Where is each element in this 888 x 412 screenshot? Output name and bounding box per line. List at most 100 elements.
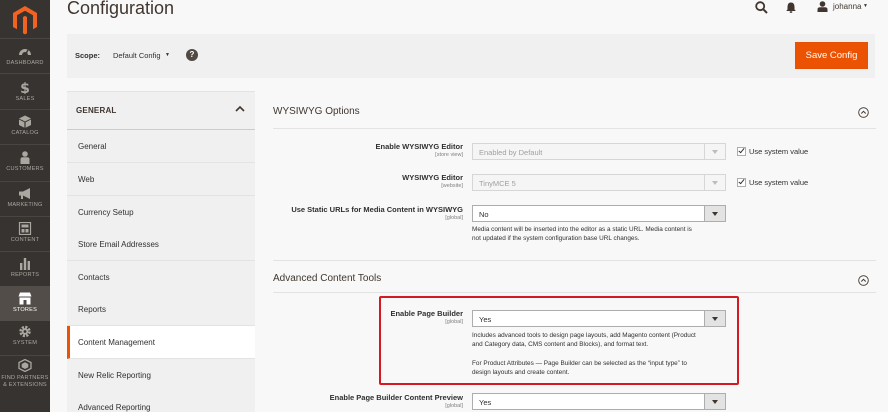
page-builder-preview-select[interactable]: Yes	[472, 393, 726, 410]
admin-sidebar: DASHBOARD $ SALES CATALOG CUSTOMERS MARK…	[0, 0, 50, 412]
nav-label: DASHBOARD	[6, 60, 44, 66]
section-divider	[273, 128, 876, 129]
person-icon	[20, 151, 30, 164]
tab-label: Contacts	[78, 273, 110, 282]
user-icon[interactable]	[817, 1, 828, 12]
tab-label: Web	[78, 175, 95, 184]
tab-reports[interactable]: Reports	[67, 293, 255, 326]
nav-label: STORES	[12, 307, 38, 313]
nav-label: CATALOG	[11, 130, 39, 136]
note-line: not updated if the system configuration …	[472, 235, 640, 243]
nav-label-line2: & EXTENSIONS	[3, 382, 47, 388]
tab-group-title: GENERAL	[76, 106, 117, 115]
use-system-label[interactable]: Use system value	[749, 147, 808, 156]
tab-label: Store Email Addresses	[78, 240, 159, 249]
wysiwyg-editor-select: TinyMCE 5	[472, 174, 726, 191]
tab-label: Advanced Reporting	[78, 403, 151, 412]
nav-label: SALES	[15, 96, 35, 102]
nav-label: CUSTOMERS	[6, 166, 44, 172]
chevron-down-icon[interactable]	[704, 206, 725, 221]
tab-new-relic-reporting[interactable]: New Relic Reporting	[67, 359, 255, 392]
chevron-down-icon	[704, 175, 725, 190]
field-scope: [global]	[445, 215, 463, 221]
chevron-up-icon[interactable]	[235, 104, 245, 114]
section-divider	[273, 260, 876, 261]
dollar-icon: $	[20, 81, 30, 94]
nav-marketing[interactable]: MARKETING	[0, 182, 50, 216]
enable-wysiwyg-label: Enable WYSIWYG Editor	[375, 142, 463, 151]
tab-web[interactable]: Web	[67, 163, 255, 196]
layout-icon	[18, 222, 32, 235]
scope-label: Scope:	[75, 51, 101, 60]
tab-content-management[interactable]: Content Management	[67, 326, 255, 359]
nav-content[interactable]: CONTENT	[0, 217, 50, 251]
select-value: Enabled by Default	[479, 148, 543, 157]
help-icon[interactable]: ?	[186, 49, 198, 61]
select-value: Yes	[479, 398, 492, 407]
puzzle-icon	[18, 359, 32, 372]
nav-sales[interactable]: $ SALES	[0, 74, 50, 109]
nav-label: REPORTS	[10, 272, 40, 278]
tab-general[interactable]: General	[67, 130, 255, 163]
tab-label: New Relic Reporting	[78, 371, 151, 380]
use-system-checkbox[interactable]	[737, 146, 746, 156]
nav-find-partners[interactable]: FIND PARTNERS & EXTENSIONS	[0, 356, 50, 396]
tab-label: Content Management	[78, 338, 155, 347]
bar-chart-icon	[20, 258, 30, 270]
svg-text:$: $	[20, 81, 30, 94]
magento-logo[interactable]	[11, 5, 39, 35]
tab-label: Reports	[78, 305, 107, 314]
wysiwyg-editor-label: WYSIWYG Editor	[402, 173, 463, 182]
nav-system[interactable]: SYSTEM	[0, 321, 50, 355]
section-divider	[273, 292, 876, 293]
scope-bar: Scope: Default Config ▼ ?	[67, 34, 875, 78]
chevron-down-icon	[704, 144, 725, 159]
dashboard-icon	[19, 49, 31, 56]
use-system-label[interactable]: Use system value	[749, 178, 808, 187]
field-scope: [global]	[445, 403, 463, 409]
page-title: Configuration	[67, 0, 175, 18]
tab-advanced-reporting[interactable]: Advanced Reporting	[67, 391, 255, 412]
select-value: No	[479, 210, 489, 219]
nav-label: FIND PARTNERS	[1, 375, 49, 381]
cube-icon	[19, 115, 31, 128]
chevron-down-icon[interactable]	[704, 394, 725, 409]
tab-label: Currency Setup	[78, 208, 134, 217]
nav-dashboard[interactable]: DASHBOARD	[0, 39, 50, 73]
store-icon	[18, 292, 32, 305]
gear-icon	[19, 325, 31, 338]
tab-contacts[interactable]: Contacts	[67, 261, 255, 294]
user-name[interactable]: johanna	[833, 2, 861, 11]
static-urls-label: Use Static URLs for Media Content in WYS…	[291, 205, 463, 214]
nav-label: SYSTEM	[12, 340, 38, 346]
config-tabs: GENERAL General Web Currency Setup Store…	[67, 91, 255, 412]
field-scope: [store view]	[435, 152, 463, 158]
tab-label: General	[78, 142, 107, 151]
nav-stores[interactable]: STORES	[0, 286, 50, 321]
page-builder-preview-label: Enable Page Builder Content Preview	[329, 393, 463, 402]
static-urls-select[interactable]: No	[472, 205, 726, 222]
highlight-annotation	[379, 296, 739, 385]
bell-icon[interactable]	[786, 2, 796, 13]
nav-catalog[interactable]: CATALOG	[0, 110, 50, 144]
scope-switcher[interactable]: Default Config	[113, 51, 161, 60]
collapse-icon[interactable]	[858, 275, 869, 286]
save-config-button[interactable]: Save Config	[795, 42, 868, 69]
megaphone-icon	[19, 188, 30, 199]
use-system-checkbox[interactable]	[737, 177, 746, 187]
nav-customers[interactable]: CUSTOMERS	[0, 145, 50, 181]
search-icon[interactable]	[755, 1, 768, 14]
nav-label: MARKETING	[7, 202, 43, 208]
nav-label: CONTENT	[10, 237, 40, 243]
tab-group-header[interactable]: GENERAL	[67, 92, 255, 130]
nav-reports[interactable]: REPORTS	[0, 252, 50, 286]
section-title-wysiwyg[interactable]: WYSIWYG Options	[273, 106, 360, 117]
collapse-icon[interactable]	[858, 107, 869, 118]
select-value: TinyMCE 5	[479, 179, 516, 188]
tab-store-email-addresses[interactable]: Store Email Addresses	[67, 228, 255, 261]
tab-currency-setup[interactable]: Currency Setup	[67, 196, 255, 229]
note-line: Media content will be inserted into the …	[472, 226, 692, 233]
section-title-advanced-content-tools[interactable]: Advanced Content Tools	[273, 273, 381, 284]
chevron-down-icon[interactable]: ▼	[863, 3, 868, 9]
chevron-down-icon[interactable]: ▼	[165, 52, 170, 58]
